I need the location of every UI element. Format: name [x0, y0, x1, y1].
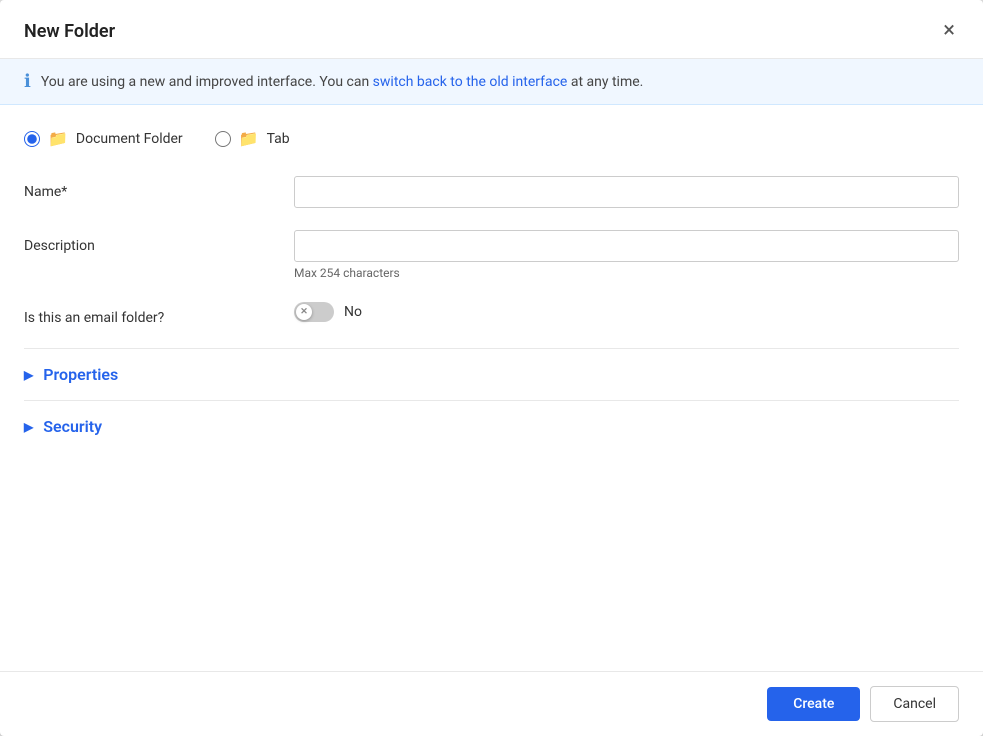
- folder-icon-document: 📁: [48, 129, 68, 148]
- email-folder-toggle[interactable]: ✕: [294, 302, 334, 322]
- email-folder-label: Is this an email folder?: [24, 302, 294, 326]
- folder-icon-tab: 📁: [239, 129, 259, 148]
- cancel-button[interactable]: Cancel: [870, 686, 959, 722]
- dialog-header: New Folder ×: [0, 0, 983, 59]
- toggle-slider: ✕: [294, 302, 334, 322]
- properties-section: ▶ Properties: [24, 348, 959, 400]
- toggle-knob: ✕: [296, 304, 312, 320]
- security-chevron-icon: ▶: [24, 420, 33, 434]
- properties-label: Properties: [43, 365, 118, 384]
- security-label: Security: [43, 417, 102, 436]
- radio-tab-label: Tab: [267, 131, 290, 147]
- create-button[interactable]: Create: [767, 687, 860, 721]
- name-input[interactable]: [294, 176, 959, 208]
- description-field-wrap: Max 254 characters: [294, 230, 959, 280]
- email-folder-row: Is this an email folder? ✕ No: [24, 302, 959, 326]
- description-input[interactable]: [294, 230, 959, 262]
- new-folder-dialog: New Folder × ℹ You are using a new and i…: [0, 0, 983, 736]
- radio-tab-input[interactable]: [215, 131, 231, 147]
- info-text: You are using a new and improved interfa…: [41, 74, 644, 90]
- description-row: Description Max 254 characters: [24, 230, 959, 280]
- properties-header[interactable]: ▶ Properties: [24, 365, 959, 384]
- name-row: Name*: [24, 176, 959, 208]
- info-icon: ℹ: [24, 71, 31, 92]
- security-header[interactable]: ▶ Security: [24, 417, 959, 436]
- dialog-body: 📁 Document Folder 📁 Tab Name* Descriptio…: [0, 105, 983, 671]
- toggle-wrap: ✕ No: [294, 302, 959, 322]
- description-label: Description: [24, 230, 294, 254]
- dialog-title: New Folder: [24, 21, 115, 42]
- toggle-label: No: [344, 304, 362, 320]
- toggle-row: ✕ No: [294, 302, 959, 322]
- properties-chevron-icon: ▶: [24, 368, 33, 382]
- name-label: Name*: [24, 176, 294, 200]
- radio-document-folder[interactable]: 📁 Document Folder: [24, 129, 183, 148]
- old-interface-link[interactable]: switch back to the old interface: [373, 74, 568, 90]
- info-banner: ℹ You are using a new and improved inter…: [0, 59, 983, 105]
- char-limit-hint: Max 254 characters: [294, 266, 959, 280]
- folder-type-group: 📁 Document Folder 📁 Tab: [24, 129, 959, 148]
- radio-tab[interactable]: 📁 Tab: [215, 129, 290, 148]
- radio-document-label: Document Folder: [76, 131, 183, 147]
- close-button[interactable]: ×: [939, 18, 959, 44]
- security-section: ▶ Security: [24, 400, 959, 452]
- dialog-footer: Create Cancel: [0, 671, 983, 736]
- radio-document-input[interactable]: [24, 131, 40, 147]
- name-field-wrap: [294, 176, 959, 208]
